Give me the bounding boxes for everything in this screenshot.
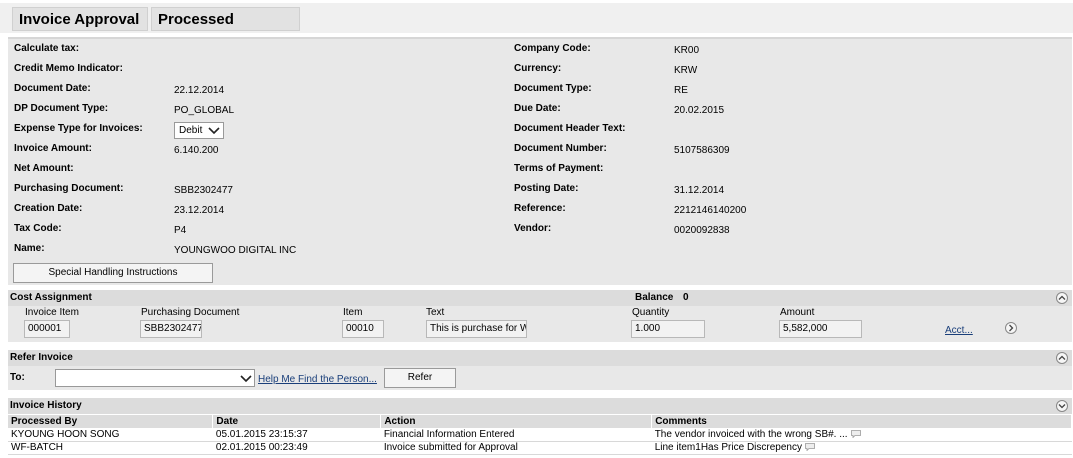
table-row[interactable]: KYOUNG HOON SONG 05.01.2015 23:15:37 Fin… [8, 428, 1072, 442]
refer-button[interactable]: Refer [384, 368, 456, 388]
invoice-item-field: 000001 [24, 320, 70, 338]
processed-by-cell: KYOUNG HOON SONG [8, 428, 213, 442]
col-date: Date [212, 415, 382, 428]
tab-processed-invoices[interactable]: Processed Invoices [151, 7, 300, 52]
comment-bubble-icon[interactable] [805, 443, 815, 452]
col-comments: Comments [651, 415, 1072, 428]
table-header-row: Processed By Date Action Comments [8, 415, 1072, 428]
due-date-label: Due Date: [514, 103, 561, 114]
reference-value: 2212146140200 [674, 205, 747, 216]
posting-date-value: 31.12.2014 [674, 185, 725, 196]
dp-document-type-label: DP Document Type: [14, 103, 109, 114]
expense-type-select[interactable]: Debit [174, 122, 224, 139]
refer-invoice-header[interactable]: Refer Invoice [8, 350, 1072, 366]
comment-text: Line item1Has Price Discrepency [654, 442, 802, 453]
tab-invoice-approval[interactable]: Invoice Approval [12, 7, 148, 31]
purchasing-document-label: Purchasing Document: [14, 183, 124, 194]
document-date-value: 22.12.2014 [174, 85, 225, 96]
comment-text: The vendor invoiced with the wrong SB#. … [654, 428, 848, 440]
dp-document-type-value: PO_GLOBAL [174, 105, 235, 116]
table-row[interactable]: WF-BATCH 02.01.2015 00:23:49 Invoice sub… [8, 441, 1072, 455]
amount-field: 5,582,000 [779, 320, 862, 338]
expense-type-selected: Debit [179, 125, 203, 136]
cost-assignment-title: Cost Assignment [10, 292, 92, 303]
expense-type-label: Expense Type for Invoices: [14, 123, 143, 134]
collapse-up-icon[interactable] [1056, 292, 1068, 304]
acct-link[interactable]: Acct... [945, 325, 973, 336]
date-cell: 05.01.2015 23:15:37 [212, 428, 381, 442]
calculate-tax-label: Calculate tax: [14, 43, 80, 54]
creation-date-label: Creation Date: [14, 203, 83, 214]
invoice-history-header[interactable]: Invoice History [8, 398, 1072, 414]
col-processed-by: Processed By [8, 415, 214, 428]
company-code-value: KR00 [674, 45, 700, 56]
item-field: 00010 [342, 320, 384, 338]
refer-invoice-body: To: Help Me Find the Person... Refer [8, 366, 1072, 390]
collapse-up-icon[interactable] [1056, 352, 1068, 364]
comment-bubble-icon[interactable] [850, 430, 861, 439]
comments-cell: The vendor invoiced with the wrong SB#. … [651, 428, 1072, 442]
currency-value: KRW [674, 65, 698, 76]
purchasing-document-field: SBB2302477 [140, 320, 202, 338]
invoice-details-panel: Calculate tax: Credit Memo Indicator: Do… [8, 37, 1072, 285]
text-field: This is purchase for W [426, 320, 527, 338]
action-cell: Financial Information Entered [380, 428, 652, 442]
invoice-history-table: Processed By Date Action Comments KYOUNG… [8, 415, 1072, 455]
company-code-label: Company Code: [514, 43, 591, 54]
cost-assignment-row: Invoice Item Purchasing Document Item Te… [8, 306, 1072, 342]
name-value: YOUNGWOO DIGITAL INC [174, 245, 297, 256]
col-item: Item [343, 307, 363, 318]
creation-date-value: 23.12.2014 [174, 205, 225, 216]
posting-date-label: Posting Date: [514, 183, 579, 194]
help-find-person-link[interactable]: Help Me Find the Person... [258, 374, 377, 385]
tab-bar: Invoice Approval Processed Invoices [0, 3, 1073, 52]
special-handling-button[interactable]: Special Handling Instructions [13, 263, 213, 283]
invoice-amount-label: Invoice Amount: [14, 143, 92, 154]
action-cell: Invoice submitted for Approval [380, 441, 652, 455]
due-date-value: 20.02.2015 [674, 105, 725, 116]
document-number-value: 5107586309 [674, 145, 730, 156]
cost-assignment-header[interactable]: Cost Assignment Balance 0 [8, 290, 1072, 306]
to-recipient-select[interactable] [55, 369, 255, 387]
currency-label: Currency: [514, 63, 562, 74]
balance-label: Balance [635, 292, 674, 303]
col-text: Text [426, 307, 445, 318]
net-amount-label: Net Amount: [14, 163, 74, 174]
refer-invoice-title: Refer Invoice [10, 352, 73, 363]
col-purchasing-document: Purchasing Document [141, 307, 240, 318]
credit-memo-indicator-label: Credit Memo Indicator: [14, 63, 123, 74]
balance-value: 0 [683, 292, 689, 303]
document-number-label: Document Number: [514, 143, 607, 154]
document-type-label: Document Type: [514, 83, 592, 94]
document-header-text-label: Document Header Text: [514, 123, 626, 134]
document-type-value: RE [674, 85, 688, 96]
terms-of-payment-label: Terms of Payment: [514, 163, 604, 174]
chevron-down-icon [240, 375, 252, 383]
to-label: To: [10, 372, 25, 383]
document-date-label: Document Date: [14, 83, 91, 94]
quantity-field: 1.000 [631, 320, 705, 338]
col-invoice-item: Invoice Item [25, 307, 79, 318]
chevron-right-icon[interactable] [1005, 322, 1017, 334]
vendor-label: Vendor: [514, 223, 552, 234]
col-action: Action [380, 415, 653, 428]
invoice-history-title: Invoice History [10, 400, 82, 411]
expand-down-icon[interactable] [1056, 400, 1068, 412]
col-quantity: Quantity [632, 307, 670, 318]
invoice-amount-value: 6.140.200 [174, 145, 219, 156]
processed-by-cell: WF-BATCH [8, 441, 213, 455]
comments-cell: Line item1Has Price Discrepency [651, 441, 1072, 455]
reference-label: Reference: [514, 203, 566, 214]
tax-code-label: Tax Code: [14, 223, 62, 234]
name-label: Name: [14, 243, 45, 254]
col-amount: Amount [780, 307, 815, 318]
tax-code-value: P4 [174, 225, 187, 236]
purchasing-document-value: SBB2302477 [174, 185, 233, 196]
chevron-down-icon [208, 127, 220, 135]
date-cell: 02.01.2015 00:23:49 [212, 441, 381, 455]
vendor-value: 0020092838 [674, 225, 730, 236]
